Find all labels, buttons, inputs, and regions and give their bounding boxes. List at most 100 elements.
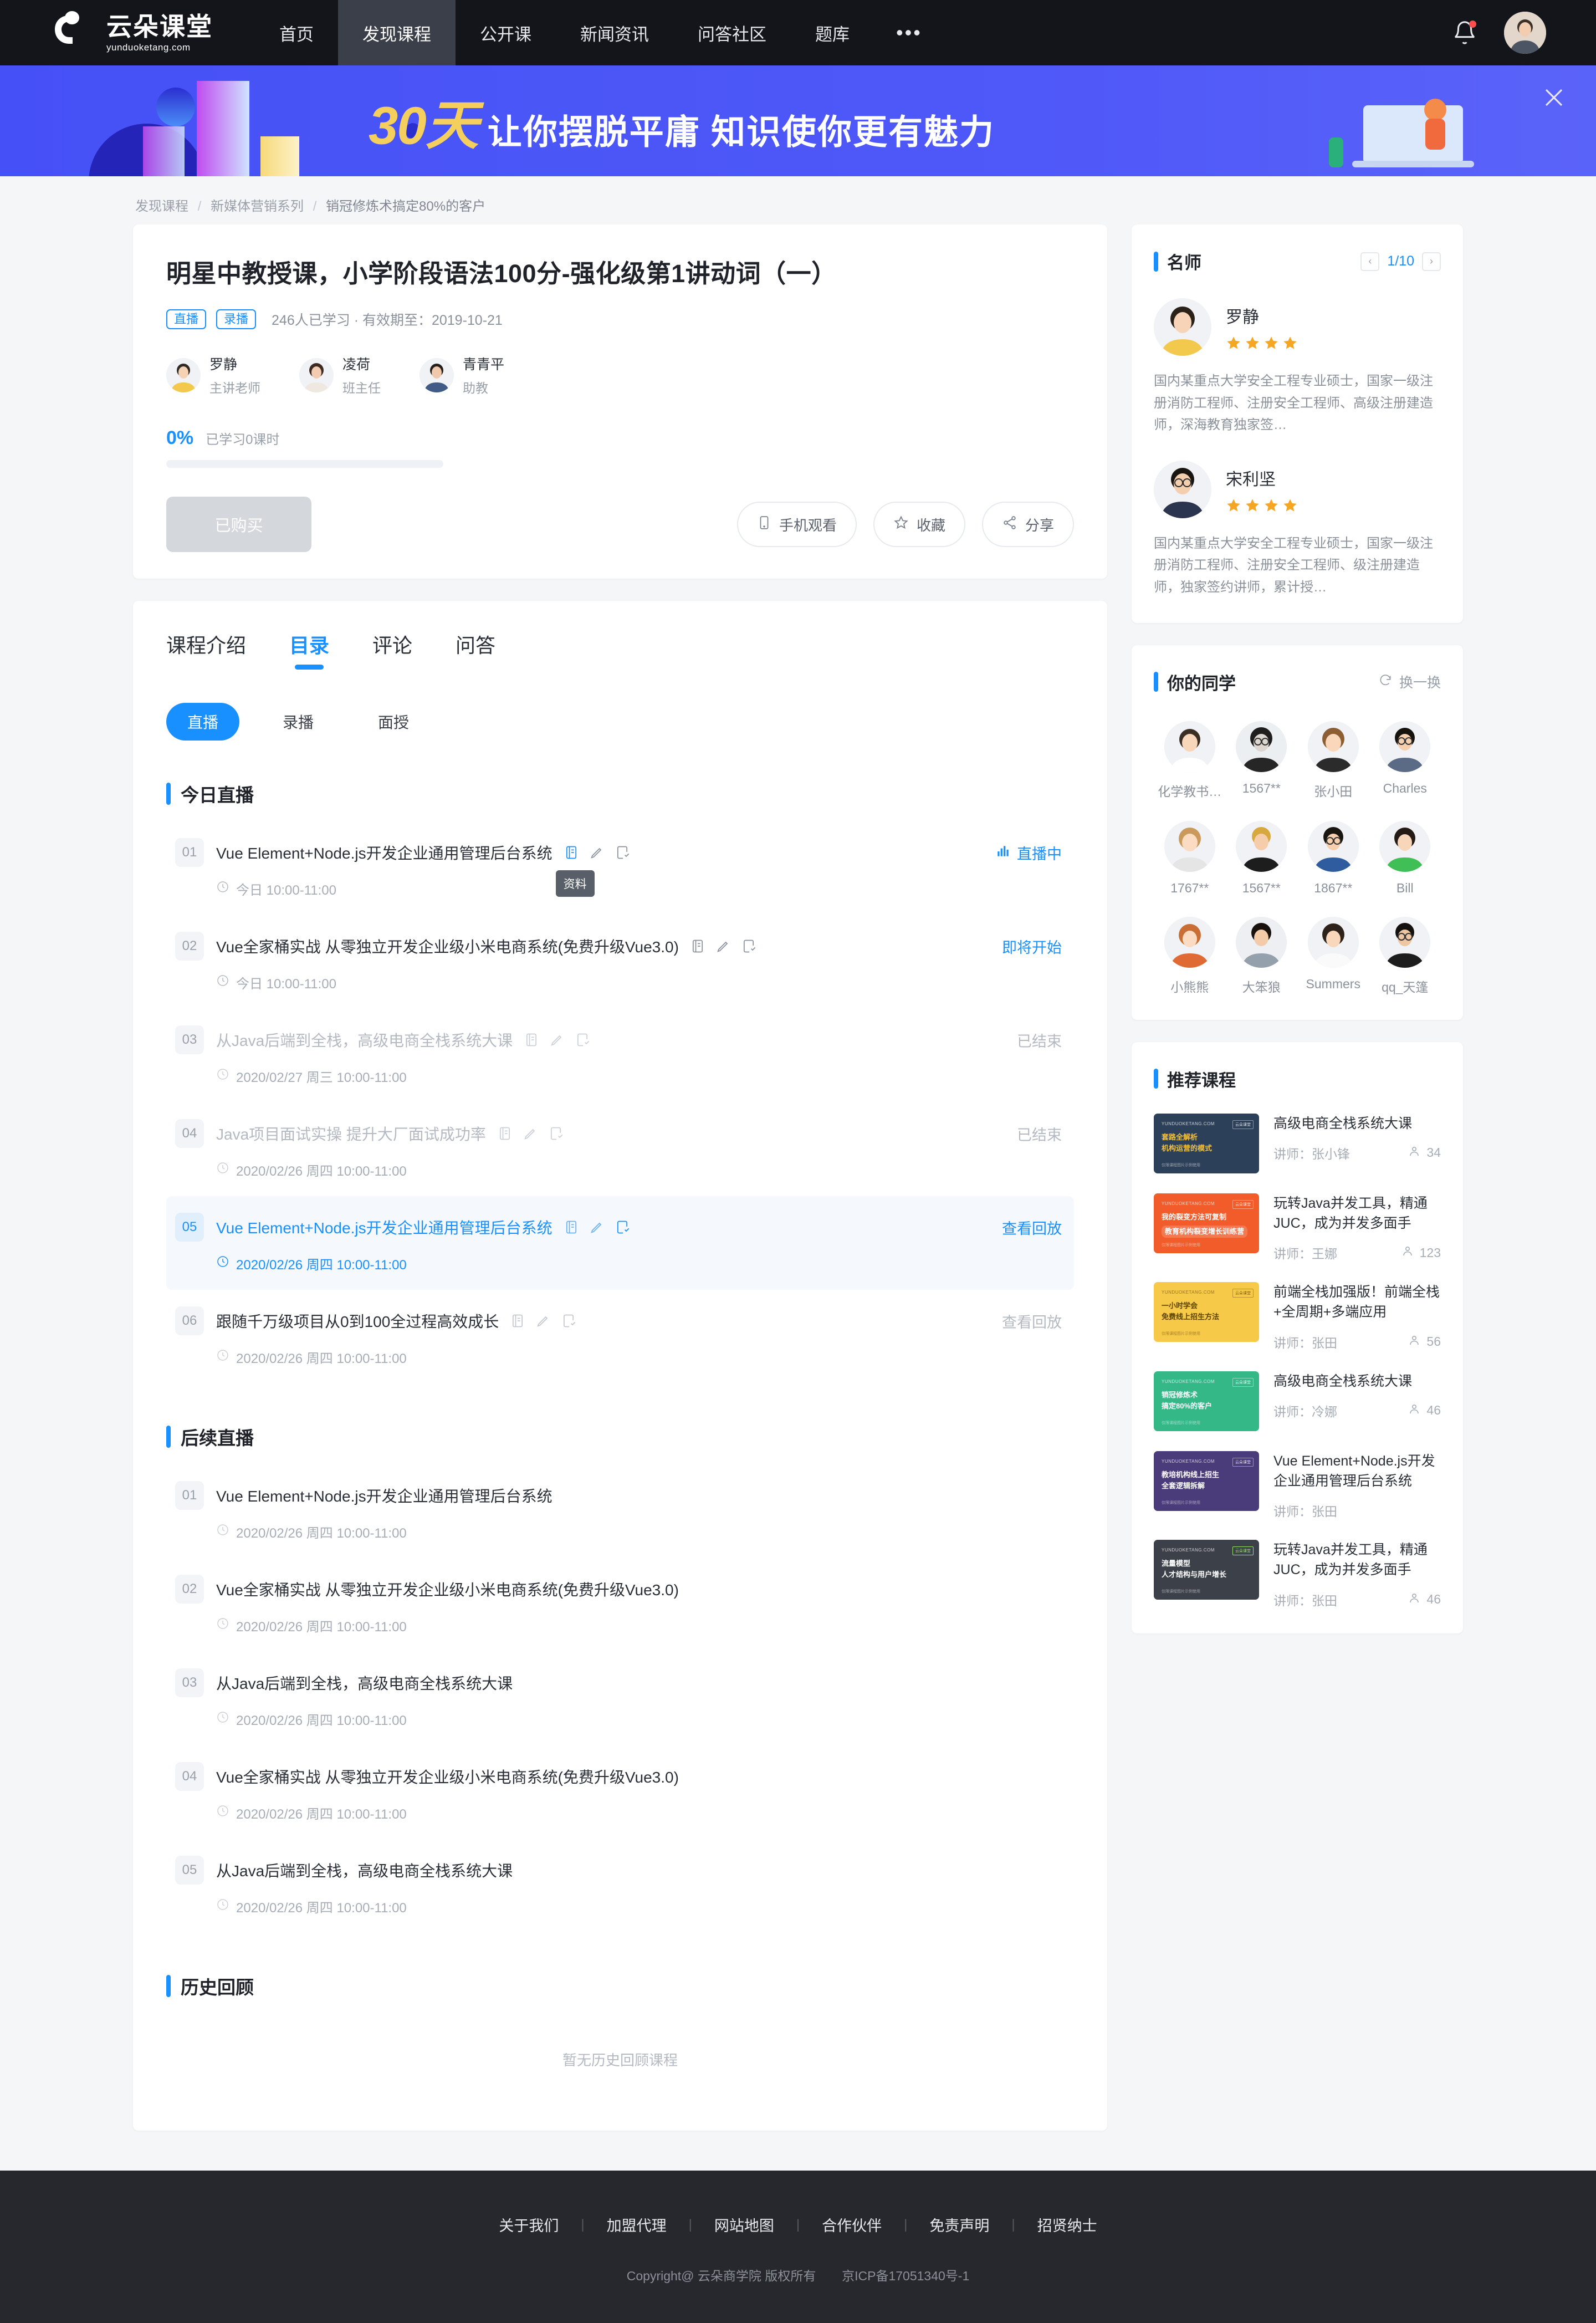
list-item[interactable]: 02 Vue全家桶实战 从零独立开发企业级小米电商系统(免费升级Vue3.0) …	[166, 1558, 1074, 1652]
list-item[interactable]: 03 从Java后端到全栈，高级电商全栈系统大课 已结束 2020/02/27 …	[166, 1009, 1074, 1102]
list-item[interactable]: Charles	[1369, 721, 1441, 800]
favorite-button[interactable]: 收藏	[873, 502, 966, 547]
filter-pill-recorded[interactable]: 录播	[262, 703, 335, 741]
tab-comments[interactable]: 评论	[372, 630, 412, 670]
tab-catalog[interactable]: 目录	[289, 630, 329, 670]
list-item[interactable]: 小熊熊	[1154, 916, 1225, 995]
list-item[interactable]: 张小田	[1297, 721, 1369, 800]
breadcrumb-item-1[interactable]: 发现课程	[135, 199, 188, 214]
status-badge[interactable]: 查看回放	[1002, 1310, 1062, 1332]
status-badge[interactable]: 查看回放	[1002, 1217, 1062, 1238]
lesson-row: 04 Java项目面试实操 提升大厂面试成功率 已结束	[175, 1119, 1062, 1148]
nav-item-discover-courses[interactable]: 发现课程	[338, 0, 456, 65]
site-logo[interactable]: 云朵课堂 yunduoketang.com	[50, 9, 233, 57]
list-item[interactable]: 03 从Java后端到全栈，高级电商全栈系统大课 2020/02/26 周四 1…	[166, 1652, 1074, 1745]
homework-icon[interactable]	[549, 1032, 565, 1048]
breadcrumb-item-2[interactable]: 新媒体营销系列	[211, 199, 304, 214]
list-item[interactable]: 05 从Java后端到全栈，高级电商全栈系统大课 2020/02/26 周四 1…	[166, 1839, 1074, 1933]
footer-link-franchise[interactable]: 加盟代理	[585, 2214, 689, 2235]
nav-item-question-bank[interactable]: 题库	[791, 0, 874, 65]
list-item[interactable]: Bill	[1369, 820, 1441, 896]
tab-course-intro[interactable]: 课程介绍	[166, 630, 246, 670]
homework-icon[interactable]	[589, 1219, 605, 1235]
tab-qa[interactable]: 问答	[456, 630, 495, 670]
exam-icon[interactable]	[548, 1126, 564, 1141]
bell-icon[interactable]	[1452, 19, 1477, 46]
list-item[interactable]: 大笨狼	[1226, 916, 1298, 995]
share-button[interactable]: 分享	[982, 502, 1075, 547]
course-meta: 讲师：王娜 123	[1273, 1243, 1441, 1262]
filter-pill-offline[interactable]: 面授	[357, 703, 430, 741]
material-icon[interactable]	[690, 938, 705, 954]
list-item[interactable]: 1567**	[1226, 820, 1298, 896]
material-icon[interactable]	[564, 1219, 579, 1235]
status-badge[interactable]: 直播中	[996, 842, 1062, 864]
homework-icon[interactable]	[535, 1313, 551, 1329]
list-item[interactable]: YUNDUOKETANG.COM 云朵课堂 我的裂变方法可复制 教育机构裂变增长…	[1154, 1193, 1441, 1263]
list-item[interactable]: 04 Vue全家桶实战 从零独立开发企业级小米电商系统(免费升级Vue3.0) …	[166, 1745, 1074, 1839]
secondary-actions: 手机观看 收藏 分享	[736, 502, 1075, 547]
exam-icon[interactable]	[561, 1313, 576, 1329]
icp-license[interactable]: 京ICP备17051340号-1	[842, 2269, 969, 2283]
nav-item-qa-community[interactable]: 问答社区	[673, 0, 791, 65]
list-item[interactable]: YUNDUOKETANG.COM 云朵课堂 销冠修炼术 搞定80%的客户 仅限课…	[1154, 1371, 1441, 1431]
list-item[interactable]: Summers	[1297, 916, 1369, 995]
avatar[interactable]	[1504, 12, 1546, 54]
list-item[interactable]: YUNDUOKETANG.COM 云朵课堂 套路全解析 机构运营的模式 仅限课程…	[1154, 1113, 1441, 1173]
material-icon[interactable]	[497, 1126, 513, 1141]
nav-item-more[interactable]: •••	[874, 0, 944, 65]
homework-icon[interactable]	[715, 938, 731, 954]
list-item[interactable]: 04 Java项目面试实操 提升大厂面试成功率 已结束 2020/02/26 周…	[166, 1102, 1074, 1196]
promo-banner[interactable]: 30天 让你摆脱平庸 知识使你更有魅力	[0, 65, 1596, 176]
nav-item-open-courses[interactable]: 公开课	[456, 0, 556, 65]
footer-link-disclaimer[interactable]: 免责声明	[907, 2214, 1011, 2235]
exam-icon[interactable]	[741, 938, 756, 954]
refresh-classmates-button[interactable]: 换一换	[1378, 672, 1441, 692]
mentor-item[interactable]: 罗静 国内某重点大学安全工程专业硕士，国家一级注册消防工程师、注册安全工程师、高…	[1154, 298, 1441, 436]
list-item[interactable]: 1767**	[1154, 820, 1225, 896]
mentor-top: 罗静	[1154, 298, 1441, 356]
material-icon[interactable]	[564, 845, 579, 860]
list-item[interactable]: YUNDUOKETANG.COM 云朵课堂 流量模型 人才结构与用户增长 仅限课…	[1154, 1540, 1441, 1609]
filter-pill-live[interactable]: 直播	[166, 703, 240, 741]
exam-icon[interactable]	[615, 1219, 630, 1235]
footer-link-sitemap[interactable]: 网站地图	[692, 2214, 796, 2235]
teacher-item[interactable]: 青青平 助教	[420, 354, 504, 396]
footer-link-partners[interactable]: 合作伙伴	[800, 2214, 904, 2235]
list-item[interactable]: 化学教书…	[1154, 721, 1225, 800]
purchased-button[interactable]: 已购买	[166, 497, 311, 552]
refresh-label: 换一换	[1399, 675, 1441, 691]
list-item[interactable]: 01 Vue Element+Node.js开发企业通用管理后台系统 2020/…	[166, 1464, 1074, 1558]
exam-icon[interactable]	[615, 845, 630, 860]
list-item[interactable]: YUNDUOKETANG.COM 云朵课堂 教培机构线上招生 全套逻辑拆解 仅限…	[1154, 1451, 1441, 1520]
mentor-item[interactable]: 宋利坚 国内某重点大学安全工程专业硕士，国家一级注册消防工程师、注册安全工程师、…	[1154, 460, 1441, 599]
mobile-watch-button[interactable]: 手机观看	[736, 502, 857, 547]
teacher-item[interactable]: 罗静 主讲老师	[166, 354, 260, 396]
list-item[interactable]: 1867**	[1297, 820, 1369, 896]
nav-item-news[interactable]: 新闻资讯	[556, 0, 673, 65]
chevron-left-icon[interactable]: ‹	[1360, 252, 1380, 271]
footer-link-careers[interactable]: 招贤纳士	[1015, 2214, 1119, 2235]
chevron-right-icon[interactable]: ›	[1422, 252, 1441, 271]
list-item[interactable]: YUNDUOKETANG.COM 云朵课堂 一小时学会 免费线上招生方法 仅限课…	[1154, 1282, 1441, 1351]
exam-icon[interactable]	[575, 1032, 590, 1048]
status-badge[interactable]: 即将开始	[1002, 936, 1062, 957]
list-item[interactable]: 05 Vue Element+Node.js开发企业通用管理后台系统 查看回放	[166, 1196, 1075, 1290]
lesson-row: 05 从Java后端到全栈，高级电商全栈系统大课	[175, 1856, 1062, 1885]
list-item[interactable]: 1567**	[1226, 721, 1298, 800]
list-item[interactable]: qq_天篷	[1369, 916, 1441, 995]
list-item[interactable]: 06 跟随千万级项目从0到100全过程高效成长 查看回放 2020/02/26 …	[166, 1290, 1074, 1383]
material-icon[interactable]	[510, 1313, 525, 1329]
footer-link-about[interactable]: 关于我们	[477, 2214, 581, 2235]
list-item[interactable]: 01 Vue Element+Node.js开发企业通用管理后台系统 资料 直播…	[166, 821, 1074, 915]
teacher-item[interactable]: 凌荷 班主任	[299, 354, 381, 396]
homework-icon[interactable]	[523, 1126, 538, 1141]
homework-icon[interactable]	[589, 845, 605, 860]
close-icon[interactable]	[1541, 84, 1567, 111]
classmates-header: 你的同学 换一换	[1154, 670, 1441, 695]
list-item[interactable]: 02 Vue全家桶实战 从零独立开发企业级小米电商系统(免费升级Vue3.0) …	[166, 915, 1074, 1009]
course-meta: 讲师：张小锋 34	[1273, 1143, 1441, 1162]
material-icon[interactable]	[524, 1032, 539, 1048]
course-meta: 讲师：张田 56	[1273, 1332, 1441, 1351]
nav-item-home[interactable]: 首页	[255, 0, 338, 65]
